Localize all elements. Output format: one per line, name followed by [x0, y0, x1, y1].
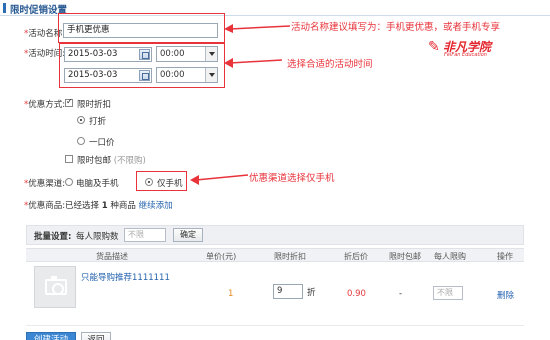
- table-header: 货品描述 单价(元) 限时折扣 折后价 限时包邮 每人限购 操作: [26, 248, 524, 262]
- arrow-icon: [224, 24, 291, 33]
- logo-mark-icon: ✎: [428, 39, 440, 55]
- channel-mobile-only-label: 仅手机: [157, 179, 183, 189]
- batch-confirm-button[interactable]: 确定: [173, 228, 203, 242]
- discount-radio[interactable]: [77, 116, 85, 124]
- free-shipping-value: -: [399, 289, 403, 299]
- limited-discount-label: 限时折扣: [77, 100, 112, 110]
- delete-link[interactable]: 删除: [497, 289, 514, 301]
- create-activity-button[interactable]: 创建活动: [26, 332, 76, 340]
- table-header-cell: 单价(元): [206, 252, 237, 261]
- table-header-cell: 货品描述: [96, 252, 128, 261]
- discount-unit: 折: [307, 288, 316, 298]
- limited-discount-checkbox[interactable]: [65, 97, 73, 107]
- batch-limit-input[interactable]: 不限: [124, 228, 166, 242]
- table-header-cell: 折后价: [344, 252, 368, 261]
- products-label: *优惠商品:: [24, 201, 66, 211]
- time-highlight-box: [59, 43, 225, 88]
- products-selected-text: 已经选择 1 种商品 继续添加: [65, 201, 173, 211]
- discount-input[interactable]: 9: [273, 284, 303, 299]
- name-tip: 活动名称建议填写为：手机更优惠，或者手机专享: [291, 22, 501, 33]
- channel-pc-mobile-label: 电脑及手机: [76, 179, 119, 189]
- limit-per-person-input[interactable]: 不限: [433, 286, 463, 300]
- discount-option-label: 打折: [89, 117, 107, 127]
- channel-label: *优惠渠道:: [24, 179, 66, 189]
- free-shipping-label: 限时包邮 (不限购): [77, 156, 146, 166]
- arrow-icon: [224, 58, 283, 68]
- arrow-icon: [190, 174, 249, 185]
- product-thumbnail: [34, 266, 76, 308]
- camera-icon: [45, 276, 67, 295]
- table-header-cell: 每人限购: [434, 252, 466, 261]
- table-row: 只能导购推荐1111111 1 9 折 0.90 - 不限 删除: [26, 262, 524, 326]
- back-button[interactable]: 返回: [81, 332, 111, 340]
- table-header-cell: 限时折扣: [274, 252, 306, 261]
- discount-method-label: *优惠方式:: [24, 100, 66, 110]
- feifan-logo: ✎ 非凡学院 FeiFan Education: [428, 39, 492, 58]
- channel-pc-mobile-radio[interactable]: [65, 178, 73, 186]
- time-tip: 选择合适的活动时间: [287, 59, 373, 70]
- unit-price: 1: [228, 289, 234, 299]
- header-accent-bar: [3, 3, 6, 13]
- channel-mobile-only-radio[interactable]: [145, 178, 153, 186]
- batch-settings-bar: 批量设置: 每人限购数 不限 确定: [26, 225, 524, 245]
- channel-tip: 优惠渠道选择仅手机: [249, 173, 335, 184]
- table-header-cell: 操作: [497, 252, 513, 261]
- table-header-cell: 限时包邮: [389, 252, 421, 261]
- fixed-price-option-label: 一口价: [89, 138, 115, 148]
- fixed-price-radio[interactable]: [77, 137, 85, 145]
- product-name-link[interactable]: 只能导购推荐1111111: [81, 271, 170, 283]
- continue-add-link[interactable]: 继续添加: [139, 201, 173, 211]
- free-shipping-checkbox[interactable]: [65, 155, 73, 163]
- name-highlight-box: [58, 13, 225, 43]
- final-price: 0.90: [347, 289, 366, 299]
